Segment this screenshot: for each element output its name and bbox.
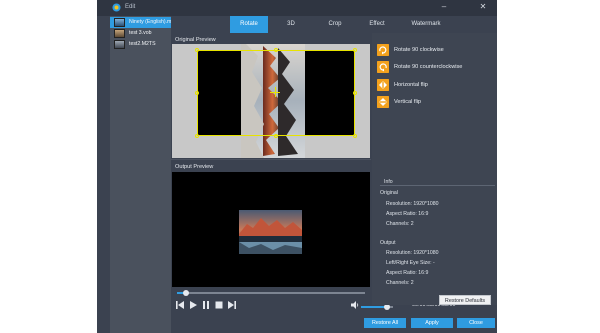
vertical-flip-icon — [377, 96, 389, 108]
apply-button[interactable]: Apply — [411, 318, 453, 328]
tab-watermark[interactable]: Watermark — [398, 16, 454, 33]
action-label: Rotate 90 clockwise — [394, 47, 444, 53]
rotate-clockwise-icon — [377, 44, 389, 56]
play-icon[interactable] — [189, 301, 197, 309]
horizontal-flip-button[interactable]: Horizontal flip — [377, 79, 495, 91]
original-preview — [172, 44, 370, 158]
divider — [380, 185, 495, 186]
output-eye-size: Left/Right Eye Size: - — [386, 260, 435, 266]
crop-handle[interactable] — [195, 91, 199, 95]
crop-handle[interactable] — [195, 48, 199, 52]
close-window-button[interactable]: ✕ — [478, 2, 488, 12]
file-list-item[interactable]: test2.M2TS — [110, 39, 171, 50]
file-name: test 3.vob — [129, 30, 152, 36]
output-video-image — [239, 210, 302, 254]
rotate-clockwise-button[interactable]: Rotate 90 clockwise — [377, 44, 495, 56]
edit-tabs: Rotate 3D Crop Effect Watermark — [171, 16, 497, 33]
progress-handle[interactable] — [183, 290, 190, 296]
output-preview-label: Output Preview — [175, 164, 214, 170]
crop-handle[interactable] — [274, 48, 278, 52]
close-button[interactable]: Close — [457, 318, 495, 328]
file-list-item[interactable]: Ninety (English).mp4 — [110, 17, 177, 28]
original-heading: Original — [380, 190, 398, 196]
minimize-button[interactable]: – — [439, 2, 449, 12]
horizontal-flip-icon — [377, 79, 389, 91]
output-channels: Channels: 2 — [386, 280, 414, 286]
tab-crop[interactable]: Crop — [314, 16, 356, 33]
volume-fill — [361, 306, 387, 308]
restore-defaults-button[interactable]: Restore Defaults — [439, 295, 491, 305]
edit-window: Edit – ✕ Ninety (English).mp4 test 3.vob… — [97, 0, 497, 333]
pause-icon[interactable] — [202, 301, 210, 309]
file-list: Ninety (English).mp4 test 3.vob test2.M2… — [110, 16, 177, 333]
app-logo-icon — [112, 3, 121, 12]
tab-rotate[interactable]: Rotate — [230, 16, 268, 33]
rotate-counterclockwise-button[interactable]: Rotate 90 counterclockwise — [377, 61, 495, 73]
stop-icon[interactable] — [215, 301, 223, 309]
file-name: Ninety (English).mp4 — [129, 19, 178, 25]
player-controls: 00:00:03/00:05:00 — [171, 288, 455, 318]
output-heading: Output — [380, 240, 396, 246]
crop-handle[interactable] — [195, 134, 199, 138]
output-aspect-ratio: Aspect Ratio: 16:9 — [386, 270, 429, 276]
tab-effect[interactable]: Effect — [356, 16, 398, 33]
original-resolution: Resolution: 1920*1080 — [386, 201, 439, 207]
output-preview — [172, 172, 370, 287]
output-resolution: Resolution: 1920*1080 — [386, 250, 439, 256]
crop-handle[interactable] — [274, 134, 278, 138]
volume-icon[interactable] — [351, 301, 359, 309]
crop-handle[interactable] — [353, 134, 357, 138]
volume-slider[interactable] — [361, 304, 393, 310]
crop-frame[interactable] — [197, 50, 355, 136]
rotate-counterclockwise-icon — [377, 61, 389, 73]
window-title: Edit — [125, 4, 136, 10]
previous-icon[interactable] — [176, 301, 184, 309]
vertical-flip-button[interactable]: Vertical flip — [377, 96, 495, 108]
action-label: Rotate 90 counterclockwise — [394, 64, 463, 70]
original-preview-label: Original Preview — [175, 37, 216, 43]
crop-handle[interactable] — [353, 48, 357, 52]
crosshair-icon — [275, 87, 276, 97]
file-thumbnail — [114, 29, 125, 38]
next-icon[interactable] — [228, 301, 236, 309]
divider — [171, 159, 371, 160]
file-thumbnail — [114, 18, 125, 27]
tab-3d[interactable]: 3D — [268, 16, 314, 33]
bottom-bar: Restore All Apply Close — [171, 318, 497, 333]
file-thumbnail — [114, 40, 125, 49]
action-label: Vertical flip — [394, 99, 422, 105]
progress-bar[interactable] — [177, 290, 365, 296]
original-aspect-ratio: Aspect Ratio: 16:9 — [386, 211, 429, 217]
original-channels: Channels: 2 — [386, 221, 414, 227]
action-label: Horizontal flip — [394, 82, 428, 88]
restore-all-button[interactable]: Restore All — [364, 318, 406, 328]
file-list-item[interactable]: test 3.vob — [110, 28, 171, 39]
title-bar: Edit – ✕ — [97, 0, 497, 16]
rotate-options-panel: Rotate 90 clockwise Rotate 90 counterclo… — [372, 33, 497, 305]
crop-handle[interactable] — [353, 91, 357, 95]
file-name: test2.M2TS — [129, 41, 156, 47]
